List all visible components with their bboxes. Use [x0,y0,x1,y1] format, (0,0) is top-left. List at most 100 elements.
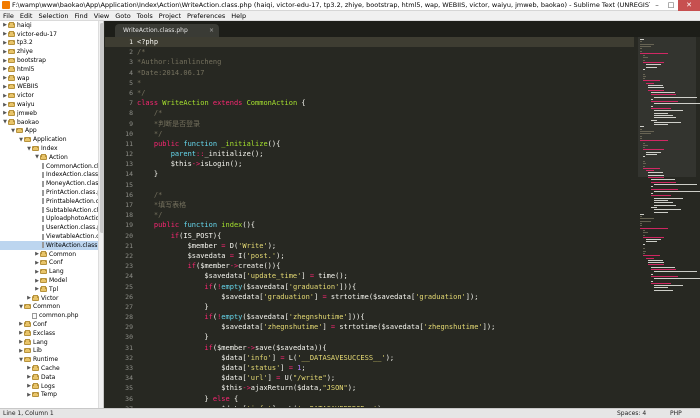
sidebar-folder[interactable]: ▶ Exclass [0,329,103,338]
code-line[interactable]: *Author:lianlincheng [137,57,634,67]
menu-selection[interactable]: Selection [35,12,71,20]
menu-tools[interactable]: Tools [134,12,156,20]
sidebar-folder[interactable]: ▶ Common [0,250,103,259]
sidebar-folder[interactable]: ▼ Common [0,303,103,312]
sidebar-file[interactable]: PrintAction.class.php [0,188,103,197]
sidebar-folder[interactable]: ▶ Lang [0,338,103,347]
sidebar-folder[interactable]: ▼ Application [0,135,103,144]
code-line[interactable]: *填写表格 [137,200,634,210]
code-line[interactable]: parent::_initialize(); [137,149,634,159]
code-line[interactable]: $savedata['update_time'] = time(); [137,271,634,281]
code-line[interactable] [137,180,634,190]
menu-edit[interactable]: Edit [17,12,36,20]
sidebar-scrollbar[interactable] [98,21,103,408]
sidebar-folder[interactable]: ▼ App [0,127,103,136]
sidebar-folder[interactable]: ▶ victor-edu-17 [0,30,103,39]
code-line[interactable]: $savedata = I('post.'); [137,251,634,261]
sidebar-file[interactable]: WriteAction.class.php [0,240,103,250]
menu-preferences[interactable]: Preferences [184,12,228,20]
code-line[interactable]: */ [137,210,634,220]
minimap[interactable] [634,37,700,407]
sidebar-folder[interactable]: ▼ baokao [0,118,103,127]
sidebar-folder[interactable]: ▶ bootstrap [0,56,103,65]
code-line[interactable]: /* [137,47,634,57]
sidebar-file[interactable]: common.php [0,311,103,320]
code-line[interactable]: */ [137,88,634,98]
code-line[interactable]: /* [137,190,634,200]
code-line[interactable]: $member = D('Write'); [137,241,634,251]
sidebar-file[interactable]: CommonAction.class.php [0,162,103,171]
tab-writeaction[interactable]: WriteAction.class.php × [115,24,219,37]
sidebar-folder[interactable]: ▶ html5 [0,65,103,74]
sidebar-folder[interactable]: ▶ Logs [0,382,103,391]
sidebar-file[interactable]: UserAction.class.php [0,223,103,232]
code-line[interactable]: *Date:2014.06.17 [137,68,634,78]
menu-help[interactable]: Help [228,12,249,20]
sidebar-folder[interactable]: ▶ Tpl [0,285,103,294]
syntax-mode[interactable]: PHP [670,410,682,417]
sidebar-folder[interactable]: ▼ Action [0,153,103,162]
code-line[interactable]: * [137,78,634,88]
code-line[interactable]: $this->ajaxReturn($data,"JSON"); [137,383,634,393]
sidebar-scrollbar-thumb[interactable] [100,23,103,233]
sidebar-folder[interactable]: ▶ wap [0,74,103,83]
code-line[interactable]: /* [137,108,634,118]
sidebar-folder[interactable]: ▶ WEBIIS [0,83,103,92]
sidebar-file[interactable]: MoneyAction.class.php [0,179,103,188]
code-line[interactable]: public function index(){ [137,220,634,230]
code-line[interactable]: $data['status'] = 1; [137,363,634,373]
menu-project[interactable]: Project [156,12,184,20]
indentation-setting[interactable]: Spaces: 4 [617,410,646,417]
code-line[interactable]: if(!empty($savedata['zhegnshutime'])){ [137,312,634,322]
code-line[interactable]: if($member->create()){ [137,261,634,271]
sidebar-file[interactable]: UploadphotoAction.class.php [0,215,103,224]
sidebar-folder[interactable]: ▶ Lib [0,346,103,355]
sidebar-folder[interactable]: ▶ jmweb [0,109,103,118]
code-line[interactable]: <?php [137,37,634,48]
sidebar-folder[interactable]: ▶ Cache [0,364,103,373]
code-line[interactable]: $savedata['graduation'] = strtotime($sav… [137,292,634,302]
tab-close-icon[interactable]: × [209,27,214,34]
close-icon[interactable]: ✕ [678,0,700,11]
sidebar-folder[interactable]: ▶ Data [0,373,103,382]
sidebar-file[interactable]: PrinttableAction.class.php [0,197,103,206]
sidebar-folder[interactable]: ▶ Model [0,276,103,285]
code-line[interactable]: if($member->save($savedata)){ [137,343,634,353]
menu-goto[interactable]: Goto [112,12,134,20]
sidebar-file[interactable]: SubtableAction.class.php [0,206,103,215]
minimize-icon[interactable]: – [650,0,664,11]
menu-file[interactable]: File [0,12,17,20]
code-line[interactable]: } else { [137,394,634,404]
menu-view[interactable]: View [91,12,112,20]
sidebar-folder[interactable]: ▶ zhiye [0,47,103,56]
code-line[interactable]: if(!empty($savedata['graduation'])){ [137,282,634,292]
sidebar-folder[interactable]: ▶ Temp [0,390,103,399]
sidebar-folder[interactable]: ▶ Conf [0,259,103,268]
sidebar-folder[interactable]: ▼ Runtime [0,355,103,364]
code-line[interactable]: } [137,332,634,342]
code-line[interactable]: } [137,302,634,312]
code-line[interactable]: $data['info'] = L('__DATASAVEERROR__'); [137,404,634,407]
code-editor[interactable]: <?php/* *Author:lianlincheng *Date:2014.06… [137,37,634,407]
sidebar-folder[interactable]: ▶ haiqi [0,21,103,30]
code-line[interactable]: *判断是否登录 [137,119,634,129]
sidebar-folder[interactable]: ▶ Victor [0,294,103,303]
sidebar-file[interactable]: ViewtableAction.class.php [0,232,103,241]
code-line[interactable]: */ [137,129,634,139]
menu-find[interactable]: Find [71,12,90,20]
sidebar-folder[interactable]: ▶ Lang [0,267,103,276]
sidebar-folder[interactable]: ▶ waiyu [0,100,103,109]
code-line[interactable]: $savedata['zhegnshutime'] = strtotime($s… [137,322,634,332]
code-line[interactable]: } [137,169,634,179]
code-line[interactable]: if(IS_POST){ [137,231,634,241]
code-line[interactable]: $data['url'] = U("/write"); [137,373,634,383]
sidebar-folder[interactable]: ▶ victor [0,91,103,100]
maximize-icon[interactable]: □ [664,0,678,11]
sidebar-folder[interactable]: ▼ Index [0,144,103,153]
code-line[interactable]: $this->isLogin(); [137,159,634,169]
code-line[interactable]: class WriteAction extends CommonAction { [137,98,634,108]
sidebar-folder[interactable]: ▶ Conf [0,320,103,329]
sidebar-folder[interactable]: ▶ tp3.2 [0,39,103,48]
sidebar-file[interactable]: IndexAction.class.php [0,171,103,180]
code-line[interactable]: public function _initialize(){ [137,139,634,149]
